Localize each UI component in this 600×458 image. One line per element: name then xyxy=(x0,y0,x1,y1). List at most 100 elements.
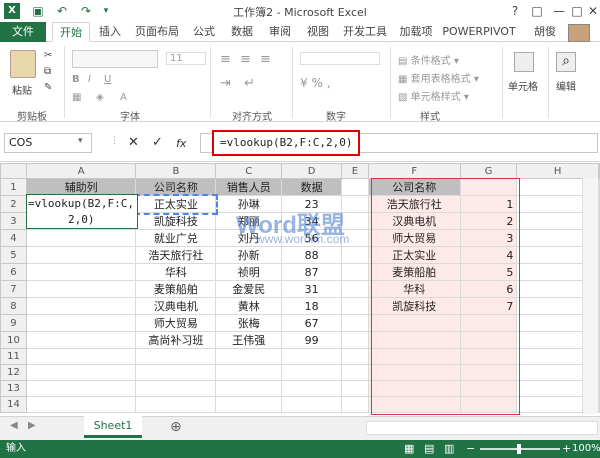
cell[interactable] xyxy=(215,364,283,381)
cell[interactable]: 99 xyxy=(281,331,342,349)
cell[interactable] xyxy=(25,246,137,264)
cell[interactable] xyxy=(135,396,217,413)
cell[interactable]: 销售人员 xyxy=(215,178,283,196)
tab-formulas[interactable]: 公式 xyxy=(188,22,220,42)
sheet-nav-next-icon[interactable]: ▶ xyxy=(28,420,36,431)
tab-developer[interactable]: 开发工具 xyxy=(340,22,390,42)
align-left-icon[interactable]: ≡ xyxy=(220,52,231,67)
cell[interactable] xyxy=(598,364,600,381)
cell[interactable] xyxy=(340,396,369,413)
cells-button[interactable]: 单元格 xyxy=(508,78,538,93)
cell[interactable]: 凯旋科技 xyxy=(135,212,217,230)
cut-icon[interactable]: ✂ xyxy=(44,50,52,61)
cell[interactable]: 麦策船舶 xyxy=(135,280,217,298)
font-size-select[interactable]: 11 xyxy=(166,52,206,65)
table-format-button[interactable]: ▦ 套用表格格式 ▾ xyxy=(398,70,479,85)
cell[interactable] xyxy=(459,348,518,365)
tab-file[interactable]: 文件 xyxy=(0,22,46,42)
cell[interactable] xyxy=(367,331,461,349)
row-header[interactable]: 10 xyxy=(0,331,27,349)
cell[interactable] xyxy=(281,380,342,397)
zoom-out-icon[interactable]: − xyxy=(466,440,475,458)
cancel-icon[interactable]: ✕ xyxy=(128,135,139,150)
cell[interactable]: 师大贸易 xyxy=(135,314,217,332)
cell[interactable]: 浩天旅行社 xyxy=(367,195,461,213)
cell[interactable]: 公司名称 xyxy=(135,178,217,196)
column-header[interactable]: G xyxy=(459,163,518,179)
row-header[interactable]: 7 xyxy=(0,280,27,298)
row-header[interactable]: 1 xyxy=(0,178,27,196)
zoom-in-icon[interactable]: + xyxy=(562,440,571,458)
row-header[interactable]: 13 xyxy=(0,380,27,397)
cell[interactable] xyxy=(25,348,137,365)
format-painter-icon[interactable]: ✎ xyxy=(44,82,52,93)
cell[interactable] xyxy=(598,212,600,230)
row-header[interactable]: 2 xyxy=(0,195,27,213)
edit-button[interactable]: 编辑 xyxy=(556,78,576,93)
cell[interactable] xyxy=(340,178,369,196)
cell[interactable] xyxy=(25,297,137,315)
align-center-icon[interactable]: ≡ xyxy=(240,52,251,67)
cell[interactable] xyxy=(25,314,137,332)
cell[interactable] xyxy=(598,263,600,281)
cell[interactable]: 凯旋科技 xyxy=(367,297,461,315)
cell[interactable] xyxy=(598,380,600,397)
cell-editor[interactable]: =vlookup(B2,F:C, 2,0) xyxy=(26,194,138,229)
cell[interactable] xyxy=(25,263,137,281)
underline-icon[interactable]: U xyxy=(104,74,111,85)
number-format-select[interactable] xyxy=(300,52,380,65)
tab-view[interactable]: 视图 xyxy=(302,22,334,42)
cell[interactable]: 金爱民 xyxy=(215,280,283,298)
cell[interactable]: 3 xyxy=(459,229,518,247)
select-all-corner[interactable] xyxy=(0,163,27,179)
cell[interactable] xyxy=(598,396,600,413)
zoom-level[interactable]: 100% xyxy=(572,440,600,458)
cell[interactable] xyxy=(459,380,518,397)
cell[interactable]: 浩天旅行社 xyxy=(135,246,217,264)
add-sheet-icon[interactable]: ⊕ xyxy=(170,419,182,435)
sheet-nav-prev-icon[interactable]: ◀ xyxy=(10,420,18,431)
cell[interactable] xyxy=(281,396,342,413)
cell[interactable]: 师大贸易 xyxy=(367,229,461,247)
copy-icon[interactable]: ⧉ xyxy=(44,66,51,77)
cell[interactable]: 华科 xyxy=(135,263,217,281)
ribbon-display-button[interactable]: □ xyxy=(526,2,548,20)
cell[interactable]: 31 xyxy=(281,280,342,298)
tab-review[interactable]: 审阅 xyxy=(264,22,296,42)
row-header[interactable]: 9 xyxy=(0,314,27,332)
cell[interactable]: 汉典电机 xyxy=(135,297,217,315)
cell[interactable] xyxy=(340,263,369,281)
row-header[interactable]: 3 xyxy=(0,212,27,230)
cell[interactable] xyxy=(340,212,369,230)
cell[interactable] xyxy=(340,380,369,397)
cell[interactable]: 4 xyxy=(459,246,518,264)
vertical-scrollbar[interactable] xyxy=(582,178,598,414)
tab-page-layout[interactable]: 页面布局 xyxy=(130,22,184,42)
cell[interactable] xyxy=(598,229,600,247)
tab-data[interactable]: 数据 xyxy=(226,22,258,42)
row-header[interactable]: 5 xyxy=(0,246,27,264)
cells-icon[interactable] xyxy=(514,52,534,72)
tab-powerpivot[interactable]: POWERPIVOT xyxy=(442,22,516,42)
cell[interactable] xyxy=(598,314,600,332)
cell[interactable] xyxy=(135,380,217,397)
horizontal-scrollbar[interactable] xyxy=(366,421,598,435)
cell[interactable] xyxy=(215,396,283,413)
cell[interactable] xyxy=(340,195,369,213)
cell[interactable] xyxy=(340,364,369,381)
column-header[interactable]: E xyxy=(340,163,369,179)
cell[interactable] xyxy=(135,364,217,381)
cell[interactable] xyxy=(340,348,369,365)
row-header[interactable]: 4 xyxy=(0,229,27,247)
normal-view-icon[interactable]: ▦ xyxy=(404,442,414,455)
cell[interactable] xyxy=(281,348,342,365)
cell[interactable]: 7 xyxy=(459,297,518,315)
cell[interactable]: 1 xyxy=(459,195,518,213)
cell[interactable]: 黄林 xyxy=(215,297,283,315)
currency-icon[interactable]: ¥ % , xyxy=(300,76,330,90)
cell[interactable] xyxy=(459,178,518,196)
row-header[interactable]: 14 xyxy=(0,396,27,413)
cell[interactable] xyxy=(459,331,518,349)
cell[interactable]: 88 xyxy=(281,246,342,264)
tab-home[interactable]: 开始 xyxy=(52,22,90,42)
